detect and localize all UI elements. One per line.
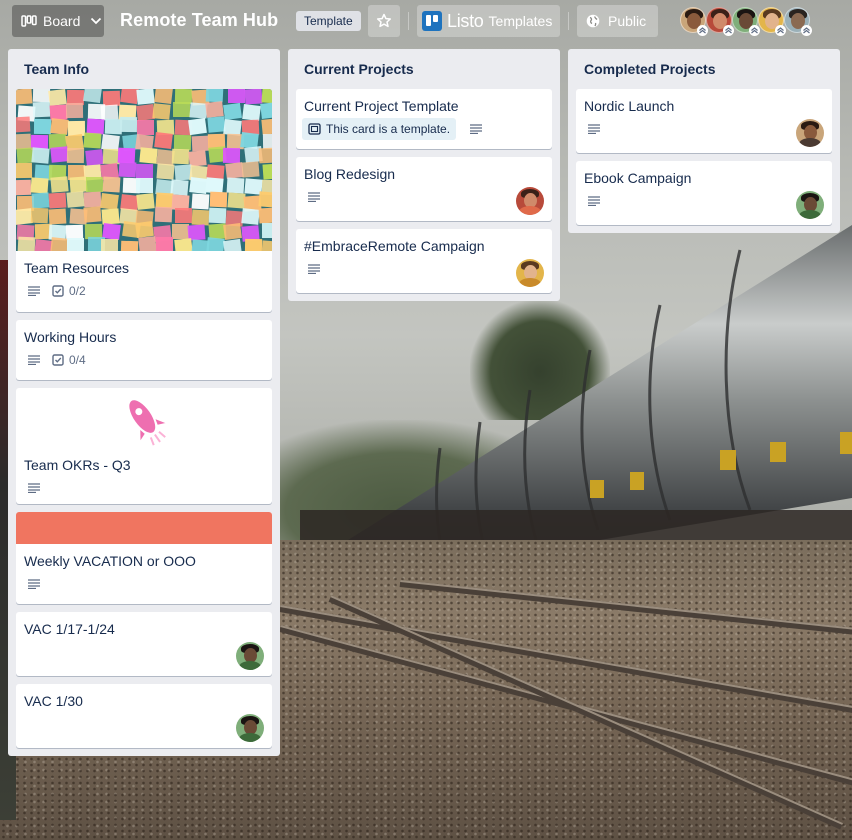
card-title: Weekly VACATION or OOO: [24, 553, 196, 569]
member-avatar[interactable]: [516, 187, 544, 215]
card-title: VAC 1/30: [24, 693, 83, 709]
member-avatar[interactable]: [706, 7, 734, 36]
card-ebook-campaign[interactable]: Ebook Campaign: [576, 161, 832, 225]
card-working-hours[interactable]: Working Hours 0/4: [16, 320, 272, 380]
board-view-switcher[interactable]: Board: [12, 5, 104, 37]
card-title: Blog Redesign: [304, 166, 396, 182]
template-card-note: This card is a template.: [326, 122, 451, 136]
chevron-down-icon: [91, 17, 102, 25]
member-avatar[interactable]: [732, 7, 760, 36]
checklist-badge: 0/4: [52, 353, 86, 367]
card-vac-1[interactable]: VAC 1/17-1/24: [16, 612, 272, 676]
visibility-button[interactable]: Public: [577, 5, 658, 37]
board-title[interactable]: Remote Team Hub: [120, 10, 278, 31]
card-title: Team Resources: [24, 260, 130, 276]
template-badge: Template: [296, 11, 361, 31]
board-members: [680, 7, 812, 36]
star-icon: [376, 13, 392, 28]
card-badges: 0/4: [16, 346, 272, 376]
admin-badge-icon: [801, 25, 812, 36]
card-cover-image: [16, 89, 272, 251]
description-icon: [588, 196, 600, 206]
card-team-okrs[interactable]: Team OKRs - Q3: [16, 388, 272, 504]
card-title: Current Project Template: [304, 98, 459, 114]
description-icon: [470, 124, 483, 134]
visibility-label: Public: [608, 13, 647, 29]
board-header: Board Remote Team Hub Template Listo Tem…: [0, 0, 852, 42]
listo-logo-icon: [422, 11, 442, 31]
rocket-sticker-icon: [126, 397, 171, 446]
board-icon: [21, 15, 37, 27]
star-board-button[interactable]: [368, 5, 400, 37]
list-completed-projects[interactable]: Completed Projects Nordic Launch Ebook C…: [568, 49, 840, 233]
member-avatar[interactable]: [784, 7, 812, 36]
header-divider: [568, 12, 569, 30]
member-avatar[interactable]: [796, 191, 824, 219]
checklist-icon: [52, 354, 64, 366]
listo-templates-button[interactable]: Listo Templates: [417, 5, 560, 37]
member-avatar[interactable]: [236, 714, 264, 742]
card-current-project-template[interactable]: Current Project Template This card is a …: [296, 89, 552, 149]
description-icon: [308, 192, 320, 202]
member-avatar[interactable]: [758, 7, 786, 36]
description-icon: [28, 286, 40, 296]
member-avatar[interactable]: [236, 642, 264, 670]
card-cover-color: [16, 512, 272, 544]
description-icon: [588, 124, 600, 134]
card-badges: [576, 187, 832, 217]
member-avatar[interactable]: [796, 119, 824, 147]
description-icon: [28, 579, 40, 589]
card-title: Team OKRs - Q3: [24, 457, 131, 473]
checklist-badge: 0/2: [52, 284, 86, 298]
card-badges: [16, 570, 272, 600]
card-title: Working Hours: [24, 329, 117, 345]
header-divider: [408, 12, 409, 30]
card-weekly-vacation[interactable]: Weekly VACATION or OOO: [16, 512, 272, 604]
list-current-projects[interactable]: Current Projects Current Project Templat…: [288, 49, 560, 301]
list-team-info[interactable]: Team Info Team Resources 0/2 Working Hou…: [8, 49, 280, 756]
globe-icon: [586, 14, 600, 28]
card-blog-redesign[interactable]: Blog Redesign: [296, 157, 552, 221]
listo-suffix: Templates: [488, 13, 553, 29]
card-badges: This card is a template.: [296, 115, 552, 145]
list-title[interactable]: Completed Projects: [576, 49, 832, 89]
board-view-label: Board: [43, 13, 81, 29]
card-embrace-remote[interactable]: #EmbraceRemote Campaign: [296, 229, 552, 293]
card-badges: [296, 183, 552, 213]
template-card-icon: [308, 123, 321, 135]
card-nordic-launch[interactable]: Nordic Launch: [576, 89, 832, 153]
card-cover-sticker: [16, 388, 272, 448]
template-card-badge: This card is a template.: [302, 118, 457, 140]
member-avatar[interactable]: [516, 259, 544, 287]
card-badges: [296, 255, 552, 285]
description-icon: [28, 355, 40, 365]
card-title: #EmbraceRemote Campaign: [304, 238, 485, 254]
listo-name: Listo: [447, 10, 484, 31]
card-title: Nordic Launch: [584, 98, 675, 114]
card-badges: [576, 115, 832, 145]
description-icon: [308, 264, 320, 274]
list-title[interactable]: Team Info: [16, 49, 272, 89]
checklist-count: 0/2: [69, 284, 86, 298]
card-title: VAC 1/17-1/24: [24, 621, 115, 637]
checklist-count: 0/4: [69, 353, 86, 367]
card-title: Ebook Campaign: [584, 170, 692, 186]
card-badges: [16, 474, 272, 504]
card-badges: 0/2: [16, 277, 272, 307]
card-team-resources[interactable]: Team Resources 0/2: [16, 89, 272, 312]
checklist-icon: [52, 285, 64, 297]
list-title[interactable]: Current Projects: [296, 49, 552, 89]
description-icon: [28, 483, 40, 493]
card-vac-2[interactable]: VAC 1/30: [16, 684, 272, 748]
member-avatar[interactable]: [680, 7, 708, 36]
